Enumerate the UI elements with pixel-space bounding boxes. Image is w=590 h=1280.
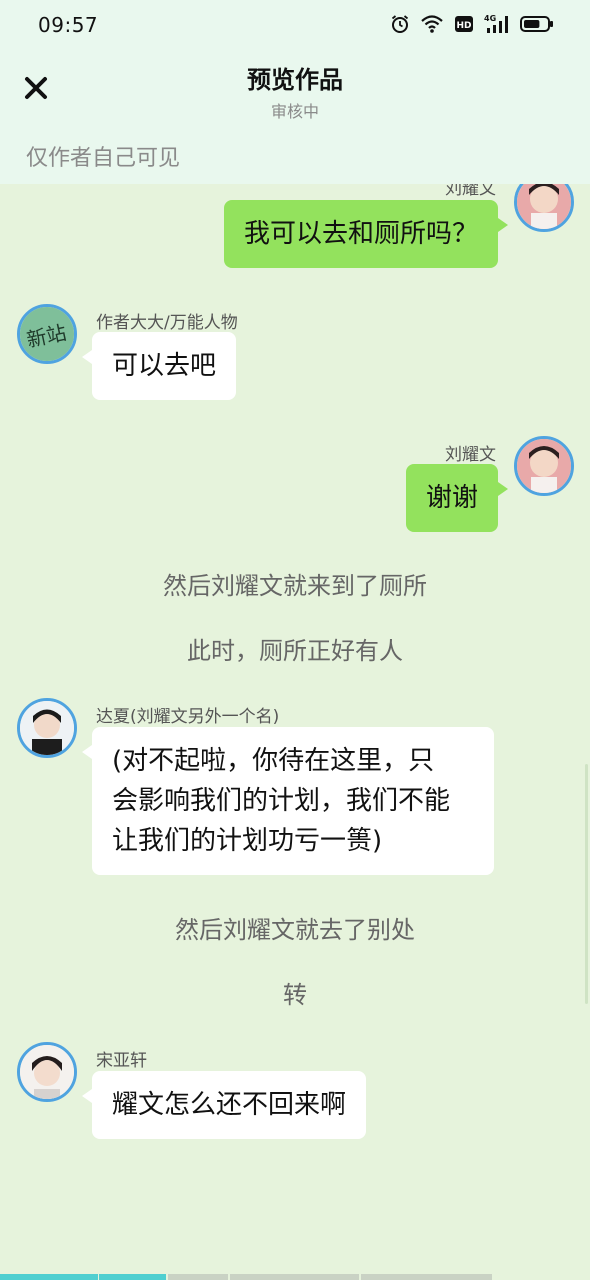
- wifi-icon: [420, 14, 444, 34]
- message-bubble[interactable]: 可以去吧: [81, 332, 237, 400]
- status-time: 09:57: [38, 13, 99, 37]
- sender-name: 达夏(刘耀文另外一个名): [96, 707, 280, 727]
- progress-segment: [230, 1274, 359, 1280]
- battery-icon: [520, 14, 554, 34]
- message-line: 让我们的计划功亏一篑): [112, 826, 383, 856]
- message-bubble[interactable]: (对不起啦，你待在这里，只 会影响我们的计划，我们不能 让我们的计划功亏一篑): [82, 727, 494, 875]
- alarm-icon: [390, 14, 410, 34]
- avatar[interactable]: [17, 1042, 77, 1102]
- avatar[interactable]: [514, 184, 574, 232]
- avatar-image: [517, 184, 571, 229]
- message-line: (对不起啦，你待在这里，只: [112, 746, 435, 776]
- message-bubble[interactable]: 我可以去和厕所吗？: [223, 200, 509, 268]
- avatar-image: 新站: [20, 307, 74, 361]
- chat-area[interactable]: 刘耀文 我可以去和厕所吗？ 新站 作者大大/万能人物 可以去吧 刘耀文 谢谢 然…: [0, 184, 590, 1280]
- message-bubble[interactable]: 谢谢: [405, 464, 509, 532]
- page-title: 预览作品: [247, 66, 343, 94]
- header: 09:57 HD 4G 预览作品 审核中 仅作者自己可见: [0, 0, 590, 184]
- avatar[interactable]: 新站: [17, 304, 77, 364]
- narration-text: 然后刘耀文就去了别处: [175, 916, 415, 944]
- sender-name: 刘耀文: [445, 184, 496, 199]
- review-status: 审核中: [270, 102, 319, 121]
- scrollbar[interactable]: [585, 764, 588, 1004]
- progress-segment: [168, 1274, 228, 1280]
- message-bubble[interactable]: 耀文怎么还不回来啊: [81, 1071, 367, 1139]
- visibility-note: 仅作者自己可见: [26, 146, 181, 171]
- avatar[interactable]: [17, 698, 77, 758]
- sender-name: 刘耀文: [445, 445, 496, 465]
- progress-segment: [361, 1274, 492, 1280]
- narration-text: 转: [283, 981, 307, 1009]
- message-line: 会影响我们的计划，我们不能: [112, 786, 451, 816]
- nav-bar: 预览作品 审核中: [0, 56, 590, 126]
- progress-segment: [99, 1274, 166, 1280]
- avatar[interactable]: [514, 436, 574, 496]
- network-label: 4G: [484, 14, 496, 23]
- narration-text: 此时，厕所正好有人: [187, 637, 403, 665]
- sender-name: 作者大大/万能人物: [96, 313, 238, 333]
- avatar-image: [517, 439, 571, 493]
- avatar-image: [20, 701, 74, 755]
- signal-4g-icon: 4G: [484, 14, 510, 34]
- status-icons: HD 4G: [390, 14, 554, 34]
- chapter-progress: [0, 1274, 590, 1280]
- progress-segment: [0, 1274, 98, 1280]
- sender-name: 宋亚轩: [96, 1051, 147, 1071]
- hd-label: HD: [456, 21, 471, 31]
- avatar-image: [20, 1045, 74, 1099]
- narration-text: 然后刘耀文就来到了厕所: [163, 572, 427, 600]
- status-bar: 09:57 HD 4G: [0, 0, 590, 52]
- hd-icon: HD: [454, 14, 474, 34]
